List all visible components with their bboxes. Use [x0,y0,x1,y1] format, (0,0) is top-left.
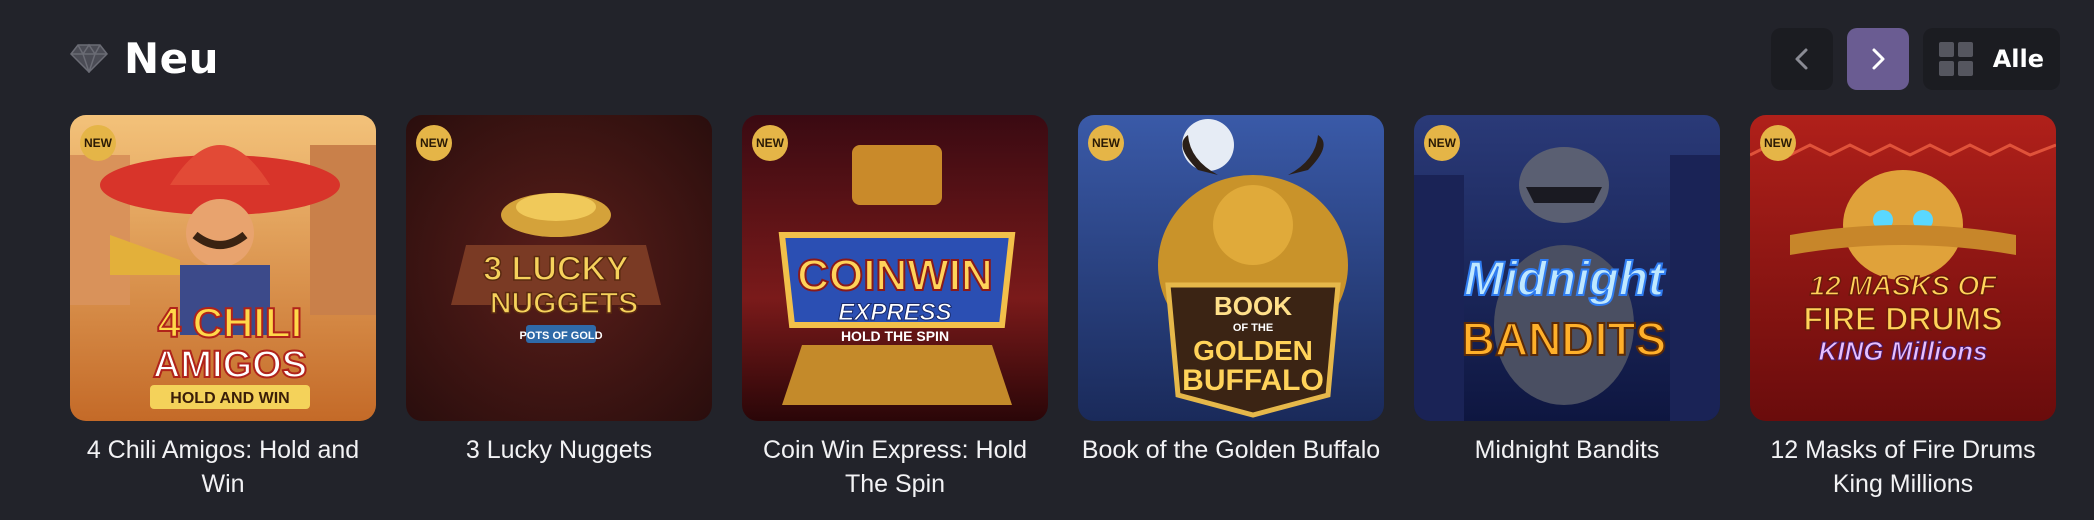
new-badge: NEW [1760,125,1796,161]
game-logo-line: BANDITS [1462,313,1666,365]
game-logo-line: BOOK [1214,291,1292,321]
game-thumbnail[interactable]: COINWIN EXPRESS HOLD THE SPIN NEW [742,115,1048,421]
next-button[interactable] [1846,28,1909,90]
show-all-label: Alle [1992,45,2044,73]
show-all-button[interactable]: Alle [1922,28,2060,90]
game-logo-line: FIRE DRUMS [1803,301,2002,337]
new-badge: NEW [416,125,452,161]
diamond-icon [70,43,108,73]
game-logo-line: OF THE [1233,322,1273,334]
game-logo-line: KING Millions [1819,336,1988,366]
section-header: Neu Alle [0,0,2094,115]
game-logo-line: Midnight [1464,253,1666,306]
game-card[interactable]: 4 CHILI AMIGOS HOLD AND WIN NEW 4 Chili … [70,115,376,501]
game-logo-line: NUGGETS [490,287,638,320]
game-card[interactable]: COINWIN EXPRESS HOLD THE SPIN NEW Coin W… [742,115,1048,501]
game-thumbnail[interactable]: Midnight BANDITS NEW [1414,115,1720,421]
game-title[interactable]: Coin Win Express: Hold The Spin [742,433,1048,501]
game-logo-line: 4 CHILI [158,299,303,346]
carousel-controls: Alle [1770,28,2060,90]
game-title[interactable]: Book of the Golden Buffalo [1078,433,1384,467]
game-logo-line: AMIGOS [153,344,307,386]
game-title[interactable]: 4 Chili Amigos: Hold and Win [70,433,376,501]
game-title[interactable]: 3 Lucky Nuggets [406,433,712,467]
game-logo-line: 3 LUCKY [483,250,629,288]
game-card[interactable]: Midnight BANDITS NEW Midnight Bandits [1414,115,1720,467]
game-logo-line: POTS OF GOLD [519,330,602,342]
chevron-right-icon [1872,48,1885,70]
new-badge: NEW [80,125,116,161]
game-logo-line: BUFFALO [1182,364,1324,397]
game-logo-line: COINWIN [797,251,993,300]
previous-button[interactable] [1770,28,1833,90]
game-thumbnail[interactable]: BOOK OF THE GOLDEN BUFFALO NEW [1078,115,1384,421]
game-logo-line: EXPRESS [838,299,951,326]
game-logo-line: 12 MASKS OF [1810,270,1998,301]
game-logo-line: HOLD THE SPIN [841,328,949,344]
game-card[interactable]: BOOK OF THE GOLDEN BUFFALO NEW Book of t… [1078,115,1384,467]
game-logo-line: GOLDEN [1193,335,1313,366]
game-card[interactable]: 12 MASKS OF FIRE DRUMS KING Millions NEW… [1750,115,2056,501]
new-badge: NEW [1424,125,1460,161]
new-badge: NEW [1088,125,1124,161]
game-thumbnail[interactable]: 4 CHILI AMIGOS HOLD AND WIN NEW [70,115,376,421]
game-card[interactable]: 3 LUCKY NUGGETS POTS OF GOLD NEW 3 Lucky… [406,115,712,467]
section-title-group: Neu [70,30,219,86]
section-title: Neu [124,33,220,83]
new-badge: NEW [752,125,788,161]
game-thumbnail[interactable]: 3 LUCKY NUGGETS POTS OF GOLD NEW [406,115,712,421]
game-title[interactable]: Midnight Bandits [1414,433,1720,467]
grid-icon [1938,42,1973,76]
chevron-left-icon [1795,48,1808,70]
game-logo-line: HOLD AND WIN [170,390,289,407]
game-title[interactable]: 12 Masks of Fire Drums King Millions [1750,433,2056,501]
game-thumbnail[interactable]: 12 MASKS OF FIRE DRUMS KING Millions NEW [1750,115,2056,421]
